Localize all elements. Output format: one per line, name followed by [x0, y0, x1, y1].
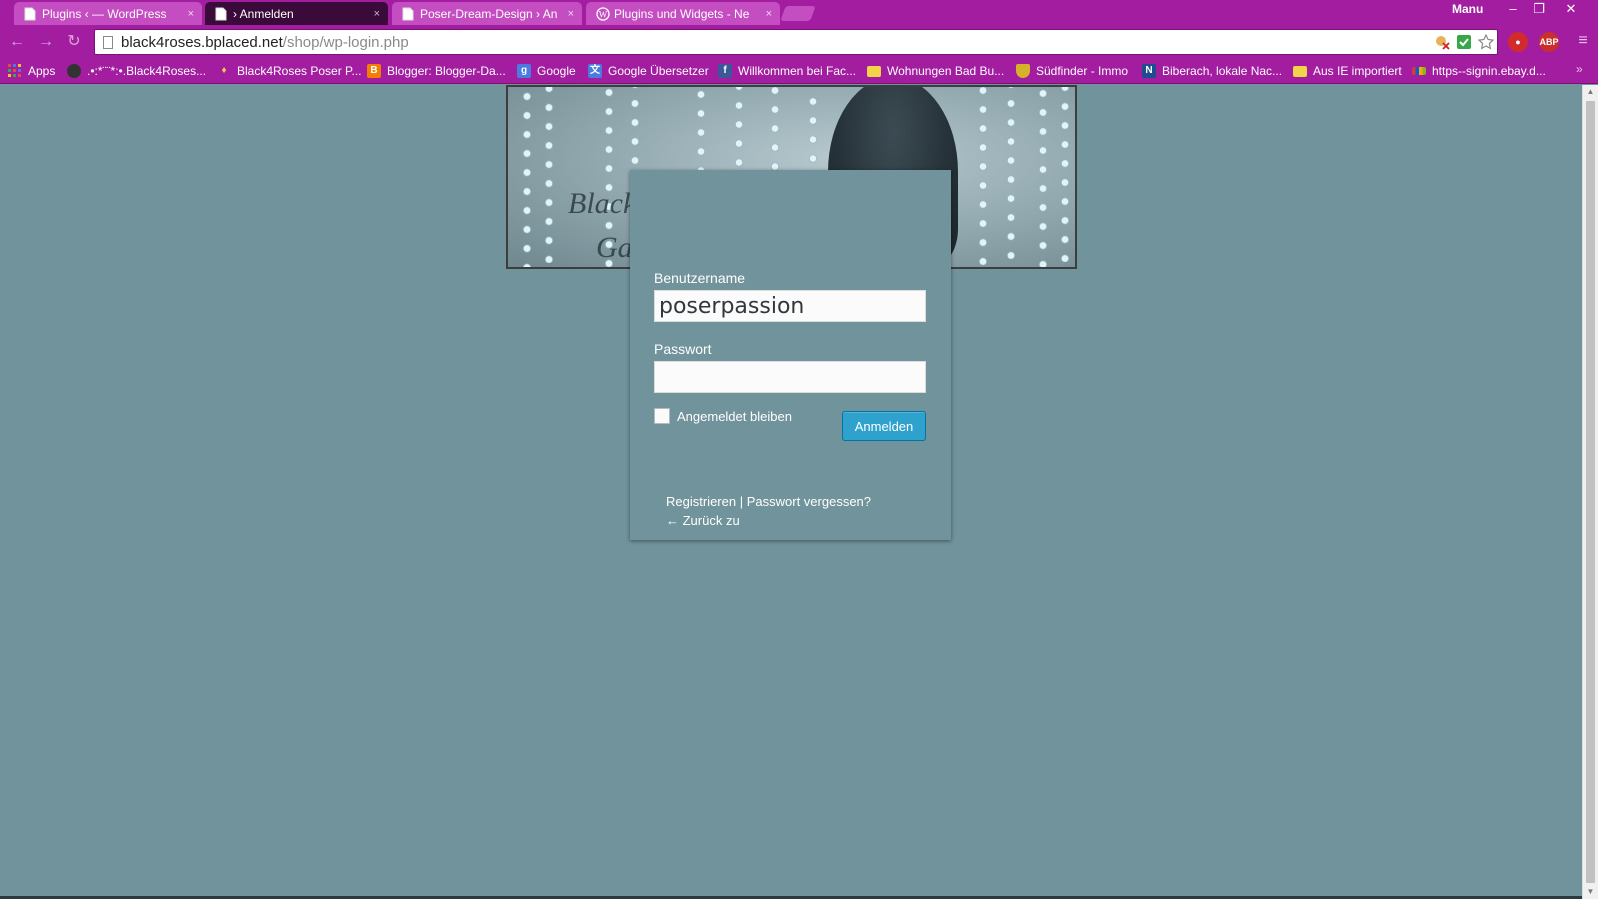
scroll-thumb[interactable]	[1586, 101, 1595, 883]
bookmark-label: .•:*¨¨*:•.Black4Roses...	[87, 64, 207, 78]
tab-title: Plugins und Widgets - Ne	[614, 6, 750, 21]
bookmark-label: Wohnungen Bad Bu...	[887, 64, 1005, 78]
remember-me[interactable]: Angemeldet bleiben	[654, 408, 792, 424]
stop-extension-icon[interactable]: ●	[1508, 32, 1528, 52]
news-icon: N	[1142, 64, 1156, 78]
bookmark-wohnungen[interactable]: Wohnungen Bad Bu...	[867, 62, 1004, 80]
wordpress-icon: W	[596, 6, 610, 21]
google-icon: g	[517, 64, 531, 78]
reload-icon[interactable]: ↻	[64, 32, 84, 52]
password-label: Passwort	[654, 341, 712, 357]
tab-strip: Plugins ‹ — WordPress × › Anmelden × Pos…	[0, 0, 1598, 25]
svg-text:W: W	[599, 9, 608, 19]
bookmark-ebay[interactable]: https--signin.ebay.d...	[1412, 62, 1546, 80]
bookmark-biberach[interactable]: N Biberach, lokale Nac...	[1142, 62, 1282, 80]
bookmark-black4roses[interactable]: .•:*¨¨*:•.Black4Roses...	[67, 62, 206, 80]
remember-me-checkbox[interactable]	[654, 408, 670, 424]
username-input[interactable]	[654, 290, 926, 322]
bookmark-label: Black4Roses Poser P...	[237, 64, 362, 78]
vertical-scrollbar[interactable]: ▲ ▼	[1582, 85, 1598, 899]
page-icon	[24, 7, 36, 21]
lost-password-link[interactable]: Passwort vergessen?	[747, 494, 871, 509]
page-icon	[402, 7, 414, 21]
window-close-icon[interactable]: ✕	[1558, 0, 1584, 19]
bookmark-facebook[interactable]: f Willkommen bei Fac...	[718, 62, 856, 80]
bookmark-blogger[interactable]: B Blogger: Blogger-Da...	[367, 62, 506, 80]
bookmark-label: Südfinder - Immo	[1036, 64, 1129, 78]
page-icon	[215, 7, 227, 21]
bookmark-label: Biberach, lokale Nac...	[1162, 64, 1283, 78]
folder-icon	[867, 65, 881, 77]
folder-icon	[1293, 65, 1307, 77]
close-icon[interactable]: ×	[766, 8, 772, 20]
translate-icon: 文	[588, 64, 602, 78]
back-arrow-icon[interactable]: ←	[7, 32, 27, 52]
url-path: /shop/wp-login.php	[282, 34, 409, 51]
address-bar[interactable]: black4roses.bplaced.net/shop/wp-login.ph…	[94, 29, 1498, 55]
link-separator: |	[739, 494, 744, 509]
bookmark-folder-ie[interactable]: Aus IE importiert	[1293, 62, 1402, 80]
extension-shield-icon[interactable]	[1455, 34, 1473, 52]
bookmark-suedfinder[interactable]: Südfinder - Immo	[1016, 62, 1128, 80]
password-input[interactable]	[654, 361, 926, 393]
profile-button[interactable]: Manu	[1442, 0, 1494, 20]
bookmarks-overflow-chevron-icon[interactable]: »	[1576, 62, 1583, 76]
page-viewport: Black Ga Benutzername Passwort Angemelde…	[0, 85, 1582, 899]
bookmark-label: Google	[537, 64, 576, 78]
bookmark-black4roses-poser[interactable]: ♦ Black4Roses Poser P...	[217, 62, 362, 80]
hamburger-menu-icon[interactable]: ≡	[1574, 33, 1592, 49]
tab-plugins-wordpress[interactable]: Plugins ‹ — WordPress ×	[14, 2, 202, 25]
bookmark-apps[interactable]: Apps	[8, 62, 55, 80]
forward-arrow-icon[interactable]: →	[36, 32, 56, 52]
tab-poser-dream-design[interactable]: Poser-Dream-Design › An ×	[392, 2, 582, 25]
minimize-icon[interactable]: –	[1500, 0, 1526, 19]
page-icon	[103, 36, 113, 49]
register-link[interactable]: Registrieren	[666, 494, 736, 509]
bookmark-label: Blogger: Blogger-Da...	[387, 64, 506, 78]
pin-icon: ♦	[221, 65, 227, 76]
apps-grid-icon	[8, 64, 22, 78]
url-host: black4roses.bplaced.net	[121, 34, 283, 51]
bookmark-label: Willkommen bei Fac...	[738, 64, 857, 78]
tab-title: Poser-Dream-Design › An	[420, 6, 558, 21]
login-form: Benutzername Passwort Angemeldet bleiben…	[630, 170, 951, 540]
ebay-icon	[1412, 67, 1426, 75]
blogger-icon: B	[367, 64, 381, 78]
login-submit-button[interactable]: Anmelden	[842, 411, 926, 441]
bookmarks-bar: Apps .•:*¨¨*:•.Black4Roses... ♦ Black4Ro…	[0, 58, 1598, 84]
bookmark-label: Aus IE importiert	[1313, 64, 1402, 78]
tab-title: › Anmelden	[233, 6, 294, 21]
bookmark-label: Apps	[28, 64, 56, 78]
username-label: Benutzername	[654, 270, 746, 286]
login-footer-links: Registrieren | Passwort vergessen? ← Zur…	[666, 492, 871, 530]
close-icon[interactable]: ×	[568, 8, 574, 20]
banner-script-text: Black Ga	[568, 187, 637, 264]
blocked-popup-icon[interactable]	[1433, 34, 1451, 52]
shield-icon	[1016, 64, 1030, 78]
facebook-icon: f	[718, 64, 732, 78]
address-url[interactable]: black4roses.bplaced.net/shop/wp-login.ph…	[121, 34, 409, 51]
scroll-up-arrow-icon[interactable]: ▲	[1583, 85, 1598, 99]
globe-icon	[67, 64, 81, 78]
bookmark-label: Google Übersetzer	[608, 64, 709, 78]
restore-icon[interactable]: ❐	[1526, 0, 1552, 19]
bookmark-label: https--signin.ebay.d...	[1432, 64, 1546, 78]
bookmark-google[interactable]: g Google	[517, 62, 576, 80]
scroll-down-arrow-icon[interactable]: ▼	[1583, 885, 1598, 899]
adblock-plus-icon[interactable]: ABP	[1539, 32, 1559, 52]
close-icon[interactable]: ×	[374, 8, 380, 20]
star-bookmark-icon[interactable]	[1477, 33, 1495, 52]
tab-plugins-und-widgets[interactable]: W Plugins und Widgets - Ne ×	[586, 2, 780, 25]
bookmark-google-translate[interactable]: 文 Google Übersetzer	[588, 62, 709, 80]
tab-title: Plugins ‹ — WordPress	[42, 6, 167, 21]
close-icon[interactable]: ×	[188, 8, 194, 20]
tab-anmelden[interactable]: › Anmelden ×	[205, 2, 388, 25]
back-to-site-link[interactable]: ← Zurück zu	[666, 513, 740, 528]
remember-me-label: Angemeldet bleiben	[677, 408, 792, 424]
new-tab-button[interactable]	[780, 6, 816, 21]
